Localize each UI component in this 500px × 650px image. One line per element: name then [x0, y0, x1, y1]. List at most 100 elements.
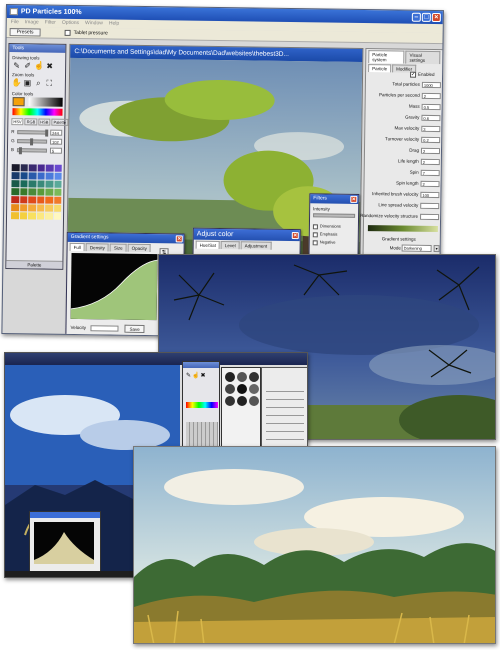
- palette-swatch[interactable]: [11, 188, 19, 196]
- palette-swatch[interactable]: [36, 204, 45, 212]
- r-value[interactable]: 244: [50, 129, 63, 136]
- palette-swatch[interactable]: [28, 204, 36, 212]
- gradient-tab-full[interactable]: Full: [69, 242, 85, 252]
- foreground-color-swatch[interactable]: [12, 97, 25, 107]
- property-value[interactable]: 2: [420, 158, 440, 166]
- color-tab-hsv[interactable]: HSV: [11, 118, 24, 126]
- palette-swatch[interactable]: [45, 188, 53, 196]
- save-button[interactable]: Save: [124, 324, 145, 333]
- palette-swatch[interactable]: [45, 196, 53, 204]
- brush-preset[interactable]: [237, 372, 247, 382]
- color-tab-hsb[interactable]: HSB: [38, 118, 51, 126]
- subtab-particle[interactable]: Particle: [368, 64, 392, 73]
- palette-swatch[interactable]: [37, 164, 45, 172]
- brush-icon[interactable]: ✎: [12, 61, 21, 70]
- menu-filter[interactable]: Filter: [45, 19, 56, 28]
- tab-particle-system[interactable]: Particle system: [368, 50, 405, 64]
- palette-swatch[interactable]: [19, 204, 28, 212]
- palette-swatch[interactable]: [28, 196, 36, 204]
- palette-swatch[interactable]: [45, 172, 54, 180]
- brush-preset[interactable]: [225, 396, 235, 406]
- eraser-icon[interactable]: ✖: [45, 62, 54, 71]
- brush-preset[interactable]: [237, 396, 247, 406]
- property-value[interactable]: [420, 202, 440, 210]
- palette-swatch[interactable]: [20, 164, 28, 172]
- palette-swatch[interactable]: [28, 180, 37, 188]
- brush-icon[interactable]: ✎: [186, 372, 191, 382]
- presets-button[interactable]: Presets: [9, 28, 41, 37]
- second-gradient-titlebar[interactable]: [30, 512, 100, 518]
- g-slider[interactable]: [17, 138, 48, 146]
- brush-preset[interactable]: [249, 384, 259, 394]
- palette-swatch[interactable]: [45, 164, 54, 172]
- gradient-tab-opacity[interactable]: Opacity: [127, 243, 151, 253]
- minimize-icon[interactable]: –: [411, 12, 421, 22]
- palette-swatch[interactable]: [36, 180, 45, 188]
- palette-swatch[interactable]: [45, 180, 54, 188]
- palette-swatch[interactable]: [11, 164, 20, 172]
- property-value[interactable]: 0.6: [421, 114, 441, 122]
- mode-select[interactable]: Darkening: [401, 244, 432, 252]
- palette-swatch[interactable]: [53, 204, 62, 212]
- menu-options[interactable]: Options: [62, 19, 79, 28]
- close-icon[interactable]: ×: [350, 195, 358, 203]
- gradient-tab-size[interactable]: Size: [109, 243, 127, 252]
- adjust-tab-adjustment[interactable]: Adjustment: [240, 241, 272, 250]
- property-value[interactable]: [420, 213, 440, 221]
- palette-swatch[interactable]: [53, 180, 62, 188]
- palette-swatch[interactable]: [36, 212, 45, 220]
- property-value[interactable]: 0.5: [421, 103, 441, 111]
- palette-swatch[interactable]: [27, 212, 36, 220]
- zoom-icon[interactable]: ⌕: [34, 78, 43, 87]
- brush-preset[interactable]: [249, 396, 259, 406]
- g-value[interactable]: 102: [50, 138, 63, 145]
- palette-swatch[interactable]: [10, 212, 19, 220]
- r-slider[interactable]: [17, 129, 49, 137]
- palette-swatch[interactable]: [44, 212, 53, 220]
- color-tab-rgb[interactable]: RGB: [24, 118, 38, 126]
- b-slider[interactable]: [16, 147, 47, 155]
- mode-dropdown-icon[interactable]: ▾: [433, 244, 440, 253]
- tablet-pressure-checkbox[interactable]: [64, 29, 71, 36]
- palette-swatch[interactable]: [54, 172, 62, 180]
- palette-swatch[interactable]: [20, 172, 28, 180]
- smudge-icon[interactable]: ☝: [192, 372, 199, 382]
- property-value[interactable]: 2: [420, 180, 440, 188]
- palette-swatch[interactable]: [53, 212, 62, 220]
- palette-swatch[interactable]: [36, 196, 45, 204]
- property-value[interactable]: 3: [421, 125, 441, 133]
- palette-swatch[interactable]: [45, 204, 53, 212]
- airbrush-icon[interactable]: ✐: [23, 61, 32, 70]
- palette-swatch[interactable]: [11, 180, 20, 188]
- property-value[interactable]: 100: [420, 191, 440, 199]
- palette-swatch[interactable]: [54, 164, 62, 172]
- palette-swatch[interactable]: [53, 188, 62, 196]
- enabled-checkbox[interactable]: ✓: [410, 71, 417, 78]
- palette-footer[interactable]: Palette: [6, 260, 63, 269]
- second-window-titlebar[interactable]: [5, 353, 307, 365]
- intensity-slider[interactable]: [313, 213, 356, 218]
- brush-preset[interactable]: [237, 384, 247, 394]
- palette-swatch[interactable]: [28, 188, 36, 196]
- palette-swatch[interactable]: [11, 172, 20, 180]
- color-tab-palette[interactable]: Palette: [51, 118, 68, 126]
- gradient-preview-bar[interactable]: [367, 225, 438, 233]
- adjust-dialog-title[interactable]: Adjust color ×: [193, 228, 300, 242]
- brush-preset[interactable]: [225, 372, 235, 382]
- palette-swatch[interactable]: [19, 180, 28, 188]
- palette-swatch[interactable]: [36, 188, 45, 196]
- property-value[interactable]: 1000: [421, 81, 441, 89]
- velocity-field[interactable]: [90, 325, 119, 332]
- close-icon[interactable]: ×: [431, 12, 441, 23]
- palette-swatch[interactable]: [11, 204, 19, 212]
- palette-swatch[interactable]: [28, 172, 37, 180]
- adjust-tab-huesat[interactable]: Hue/Sat: [195, 240, 220, 250]
- property-value[interactable]: 0.2: [421, 136, 441, 144]
- brush-preset[interactable]: [249, 372, 259, 382]
- property-value[interactable]: 2: [420, 147, 441, 155]
- b-value[interactable]: 5: [49, 147, 62, 154]
- maximize-icon[interactable]: □: [421, 12, 431, 22]
- menu-image[interactable]: Image: [25, 18, 39, 27]
- menu-help[interactable]: Help: [109, 19, 119, 28]
- palette-swatch[interactable]: [28, 164, 37, 172]
